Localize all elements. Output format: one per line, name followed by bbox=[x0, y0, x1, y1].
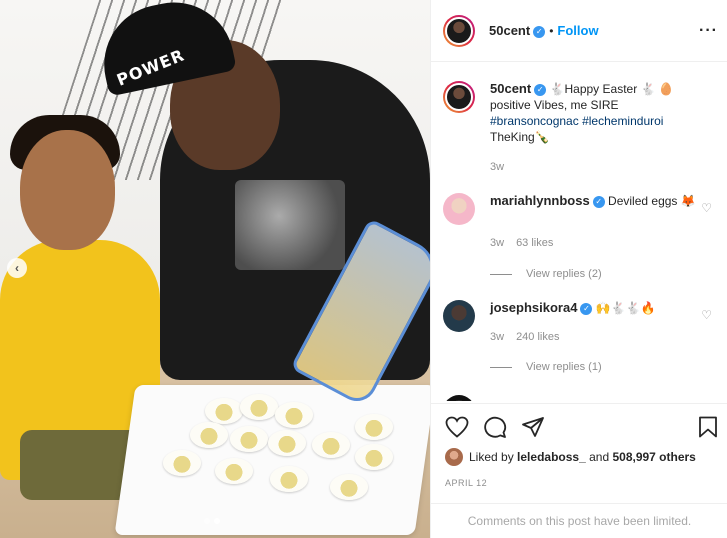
photo-egg bbox=[163, 450, 201, 476]
photo-hoodie-print bbox=[235, 180, 345, 270]
comment-time[interactable]: 3w bbox=[490, 331, 504, 343]
follow-button[interactable]: Follow bbox=[557, 23, 598, 38]
comment-text: mariahlynnboss ✓ Deviled eggs 🦊 bbox=[490, 193, 700, 209]
post-photo[interactable]: POWER ‹ bbox=[0, 0, 430, 538]
comment-like-heart-icon[interactable]: ♡ bbox=[701, 308, 712, 322]
comment-meta: 3w 63 likes bbox=[490, 237, 565, 249]
verified-badge-icon: ✓ bbox=[592, 195, 605, 208]
liked-by-user[interactable]: leledaboss_ bbox=[517, 450, 586, 464]
comment-avatar[interactable] bbox=[443, 395, 475, 401]
action-icons bbox=[445, 416, 545, 438]
photo-egg bbox=[355, 444, 393, 470]
comment-like-heart-icon[interactable]: ♡ bbox=[701, 201, 712, 215]
liked-by-mid: and bbox=[589, 450, 610, 464]
comment-text: josephsikora4 ✓ 🙌🐇🐇🔥 bbox=[490, 300, 700, 316]
share-icon[interactable] bbox=[521, 416, 545, 438]
photo-egg bbox=[215, 458, 253, 484]
reply-line bbox=[490, 366, 512, 368]
photo-egg bbox=[190, 422, 228, 448]
photo-egg bbox=[330, 474, 368, 500]
photo-egg bbox=[230, 426, 268, 452]
more-options-button[interactable]: ··· bbox=[699, 22, 718, 40]
carousel-dots bbox=[204, 518, 220, 524]
view-replies-label: View replies (1) bbox=[526, 361, 602, 373]
comment-meta: 3w 240 likes bbox=[490, 331, 571, 343]
photo-egg bbox=[240, 394, 278, 420]
caption-time[interactable]: 3w bbox=[490, 161, 504, 173]
view-replies-button[interactable]: View replies (2) bbox=[490, 268, 602, 280]
view-replies-button[interactable]: View replies (1) bbox=[490, 361, 602, 373]
post-header: 50cent ✓ • Follow ··· bbox=[431, 0, 727, 62]
photo-egg bbox=[270, 466, 308, 492]
likes-summary: Liked by leledaboss_ and 508,997 others bbox=[445, 448, 696, 466]
comment-likes[interactable]: 63 likes bbox=[516, 237, 553, 249]
verified-badge-icon: ✓ bbox=[534, 83, 547, 96]
comments-list[interactable]: 50cent ✓ 🐇Happy Easter 🐇 🥚 positive Vibes… bbox=[431, 63, 727, 401]
comment-avatar[interactable] bbox=[443, 300, 475, 332]
caption-meta: 3w bbox=[490, 161, 516, 173]
liker-avatar[interactable] bbox=[445, 448, 463, 466]
reply-line bbox=[490, 273, 512, 275]
author-username[interactable]: 50cent bbox=[489, 23, 530, 38]
carousel-dot bbox=[204, 518, 210, 524]
carousel-prev-button[interactable]: ‹ bbox=[7, 258, 27, 278]
post-actions: Liked by leledaboss_ and 508,997 others … bbox=[431, 403, 727, 503]
photo-boy-head bbox=[20, 130, 115, 250]
photo-egg bbox=[268, 430, 306, 456]
comment-likes[interactable]: 240 likes bbox=[516, 331, 559, 343]
view-replies-label: View replies (2) bbox=[526, 268, 602, 280]
caption-avatar[interactable] bbox=[443, 81, 475, 113]
comment-username[interactable]: mariahlynnboss bbox=[490, 193, 590, 208]
heart-icon[interactable] bbox=[445, 416, 469, 438]
photo-egg bbox=[312, 432, 350, 458]
hashtag-link[interactable]: #bransoncognac bbox=[490, 114, 579, 128]
caption-text: 50cent ✓ 🐇Happy Easter 🐇 🥚 positive Vibes… bbox=[490, 81, 700, 145]
photo-egg bbox=[205, 398, 243, 424]
verified-badge-icon: ✓ bbox=[580, 302, 593, 315]
post-side-panel: 50cent ✓ • Follow ··· 50cent ✓ 🐇Happy Easter… bbox=[430, 0, 727, 538]
comment-body: Deviled eggs 🦊 bbox=[608, 194, 696, 208]
comment-avatar[interactable] bbox=[443, 193, 475, 225]
post-date[interactable]: APRIL 12 bbox=[445, 478, 487, 488]
comments-limited-notice: Comments on this post have been limited. bbox=[431, 503, 727, 538]
carousel-dot-active bbox=[214, 518, 220, 524]
author-avatar[interactable] bbox=[443, 14, 475, 47]
comment-username[interactable]: josephsikora4 bbox=[490, 300, 577, 315]
comment-time[interactable]: 3w bbox=[490, 237, 504, 249]
caption-text-2: TheKing🍾 bbox=[490, 130, 550, 144]
hashtag-link[interactable]: #lecheminduroi bbox=[582, 114, 663, 128]
verified-badge-icon: ✓ bbox=[533, 25, 546, 38]
liked-by-prefix: Liked by bbox=[469, 450, 514, 464]
bookmark-icon[interactable] bbox=[698, 416, 718, 438]
header-separator: • bbox=[549, 24, 554, 38]
photo-egg bbox=[275, 402, 313, 428]
caption-username[interactable]: 50cent bbox=[490, 81, 531, 96]
comment-icon[interactable] bbox=[483, 416, 507, 438]
liked-by-count[interactable]: 508,997 others bbox=[612, 450, 695, 464]
photo-egg bbox=[355, 414, 393, 440]
comment-body: 🙌🐇🐇🔥 bbox=[595, 301, 656, 315]
